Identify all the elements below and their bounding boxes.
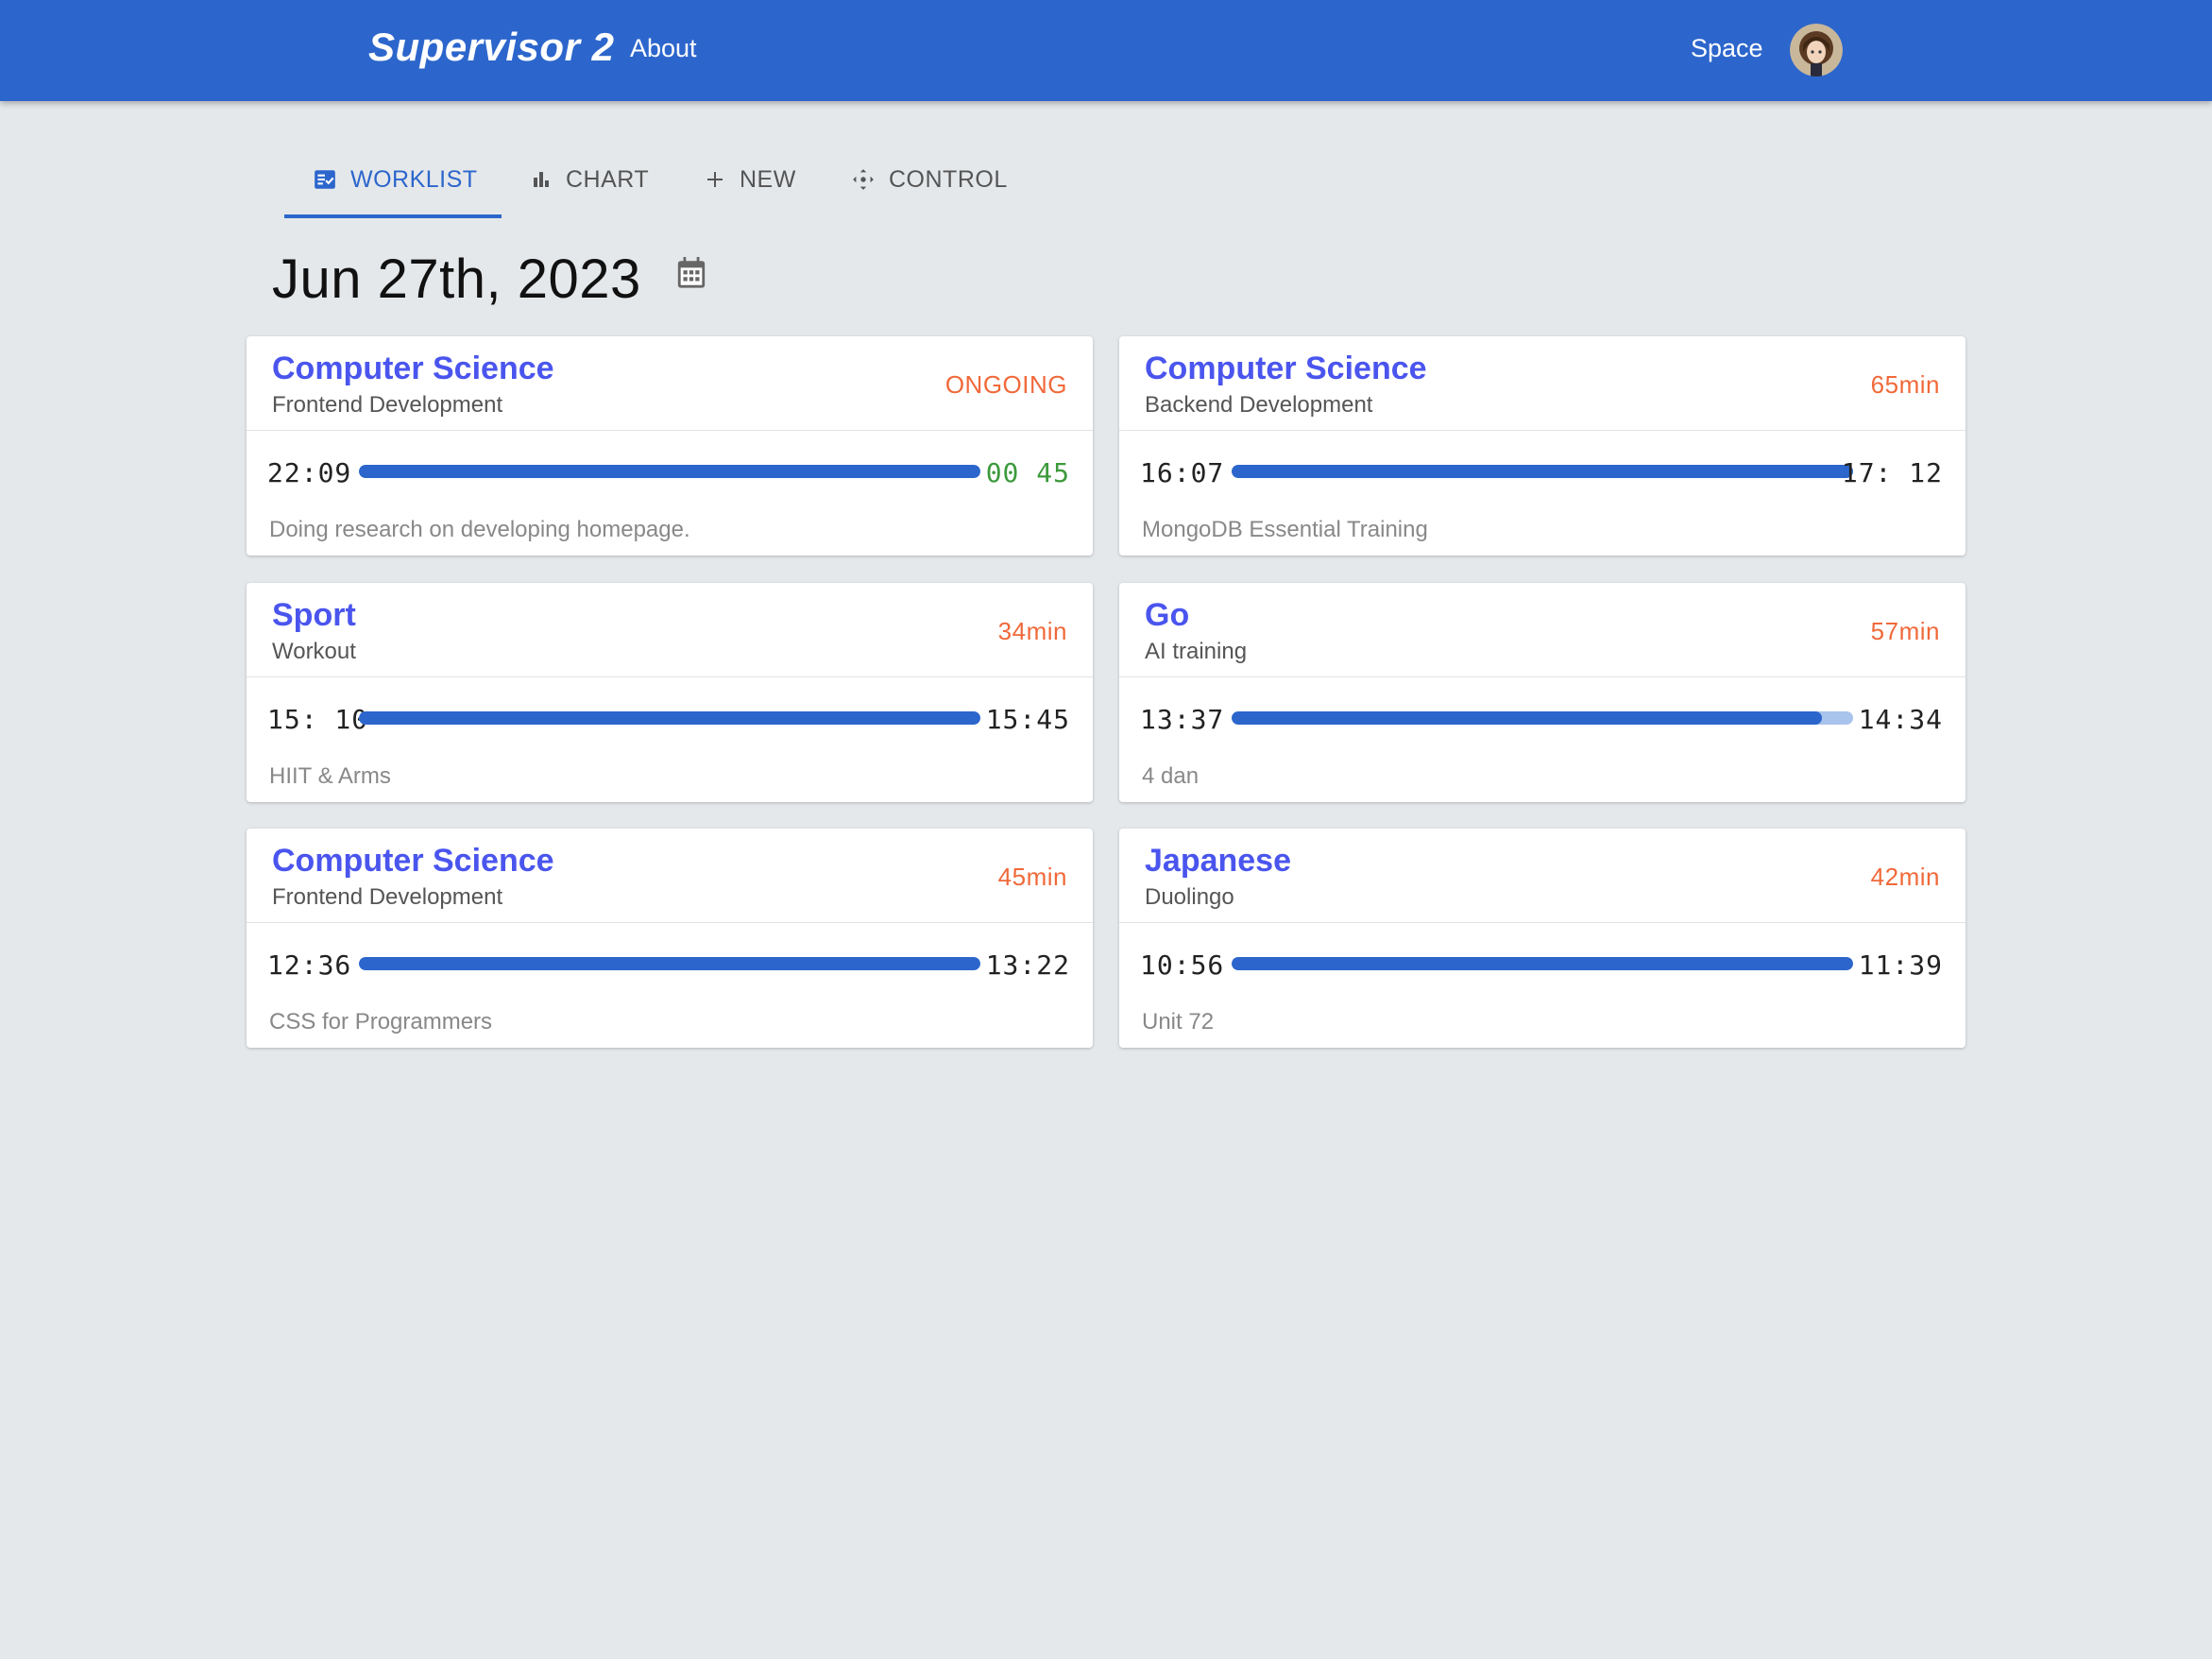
bar-chart-icon: [530, 168, 553, 191]
card-header: Computer Science Frontend Development ON…: [247, 336, 1093, 431]
tab-worklist[interactable]: WORKLIST: [313, 142, 478, 217]
about-link[interactable]: About: [630, 34, 697, 63]
card-header: Computer Science Frontend Development 45…: [247, 829, 1093, 923]
brand-title[interactable]: Supervisor 2: [368, 25, 614, 70]
avatar[interactable]: [1790, 24, 1843, 77]
progress-fill: [359, 465, 980, 478]
tab-new[interactable]: NEW: [704, 142, 796, 217]
card-note: HIIT & Arms: [269, 763, 391, 789]
user-name[interactable]: Space: [1691, 34, 1763, 63]
card-header: Computer Science Backend Development 65m…: [1119, 336, 1965, 431]
work-card[interactable]: Go AI training 57min 13:37 14:34 4 dan: [1119, 583, 1965, 802]
card-title: Japanese: [1145, 843, 1291, 879]
move-control-icon: [851, 167, 876, 192]
progress-fill: [1232, 957, 1853, 970]
work-card[interactable]: Japanese Duolingo 42min 10:56 11:39 Unit…: [1119, 829, 1965, 1048]
end-time: 17: 12: [1841, 457, 1943, 488]
end-time: 13:22: [985, 949, 1070, 981]
progress-bar: [1232, 465, 1853, 478]
worklist-icon: [313, 167, 337, 192]
progress-fill: [1232, 711, 1823, 725]
progress-bar: [359, 711, 980, 725]
tab-control-label: CONTROL: [889, 165, 1008, 193]
date-title: Jun 27th, 2023: [272, 248, 641, 310]
card-note: CSS for Programmers: [269, 1009, 493, 1035]
start-time: 12:36: [267, 949, 352, 981]
tab-chart-label: CHART: [566, 165, 650, 193]
start-time: 16:07: [1140, 457, 1225, 488]
tab-chart[interactable]: CHART: [530, 142, 649, 217]
card-status: 42min: [1870, 863, 1940, 891]
card-title: Computer Science: [272, 351, 554, 386]
work-card[interactable]: Computer Science Frontend Development ON…: [247, 336, 1093, 556]
card-note: MongoDB Essential Training: [1142, 517, 1428, 542]
plus-icon: [704, 168, 726, 191]
calendar-icon[interactable]: [675, 255, 715, 299]
card-subtitle: Duolingo: [1145, 884, 1234, 910]
card-header: Japanese Duolingo 42min: [1119, 829, 1965, 923]
tab-new-label: NEW: [740, 165, 796, 193]
card-note: 4 dan: [1142, 763, 1200, 789]
card-subtitle: Backend Development: [1145, 392, 1373, 418]
progress-bar: [1232, 957, 1853, 970]
progress-fill: [1232, 465, 1853, 478]
start-time: 10:56: [1140, 949, 1225, 981]
end-time: 15:45: [985, 704, 1070, 735]
card-title: Computer Science: [1145, 351, 1427, 386]
card-status: 45min: [997, 863, 1067, 891]
active-tab-indicator: [284, 214, 502, 218]
card-status: 65min: [1870, 370, 1940, 399]
card-title: Sport: [272, 597, 356, 633]
app-bar: Supervisor 2 About Space: [0, 0, 2212, 101]
end-time: 00 45: [985, 457, 1070, 488]
start-time: 22:09: [267, 457, 352, 488]
card-status: 57min: [1870, 617, 1940, 645]
work-card[interactable]: Sport Workout 34min 15: 10 15:45 HIIT & …: [247, 583, 1093, 802]
card-subtitle: Frontend Development: [272, 884, 503, 910]
card-subtitle: Workout: [272, 639, 356, 664]
start-time: 15: 10: [267, 704, 369, 735]
progress-fill: [359, 711, 980, 725]
card-header: Sport Workout 34min: [247, 583, 1093, 677]
card-status: 34min: [997, 617, 1067, 645]
card-subtitle: AI training: [1145, 639, 1248, 664]
card-header: Go AI training 57min: [1119, 583, 1965, 677]
progress-bar: [1232, 711, 1853, 725]
progress-bar: [359, 957, 980, 970]
card-note: Unit 72: [1142, 1009, 1215, 1035]
tab-control[interactable]: CONTROL: [851, 142, 1008, 217]
card-title: Computer Science: [272, 843, 554, 879]
start-time: 13:37: [1140, 704, 1225, 735]
work-card[interactable]: Computer Science Frontend Development 45…: [247, 829, 1093, 1048]
end-time: 14:34: [1858, 704, 1943, 735]
card-title: Go: [1145, 597, 1190, 633]
end-time: 11:39: [1858, 949, 1943, 981]
work-card[interactable]: Computer Science Backend Development 65m…: [1119, 336, 1965, 556]
card-note: Doing research on developing homepage.: [269, 517, 690, 542]
progress-fill: [359, 957, 980, 970]
tab-worklist-label: WORKLIST: [350, 165, 478, 193]
card-subtitle: Frontend Development: [272, 392, 503, 418]
card-status: ONGOING: [944, 370, 1067, 399]
progress-bar: [359, 465, 980, 478]
